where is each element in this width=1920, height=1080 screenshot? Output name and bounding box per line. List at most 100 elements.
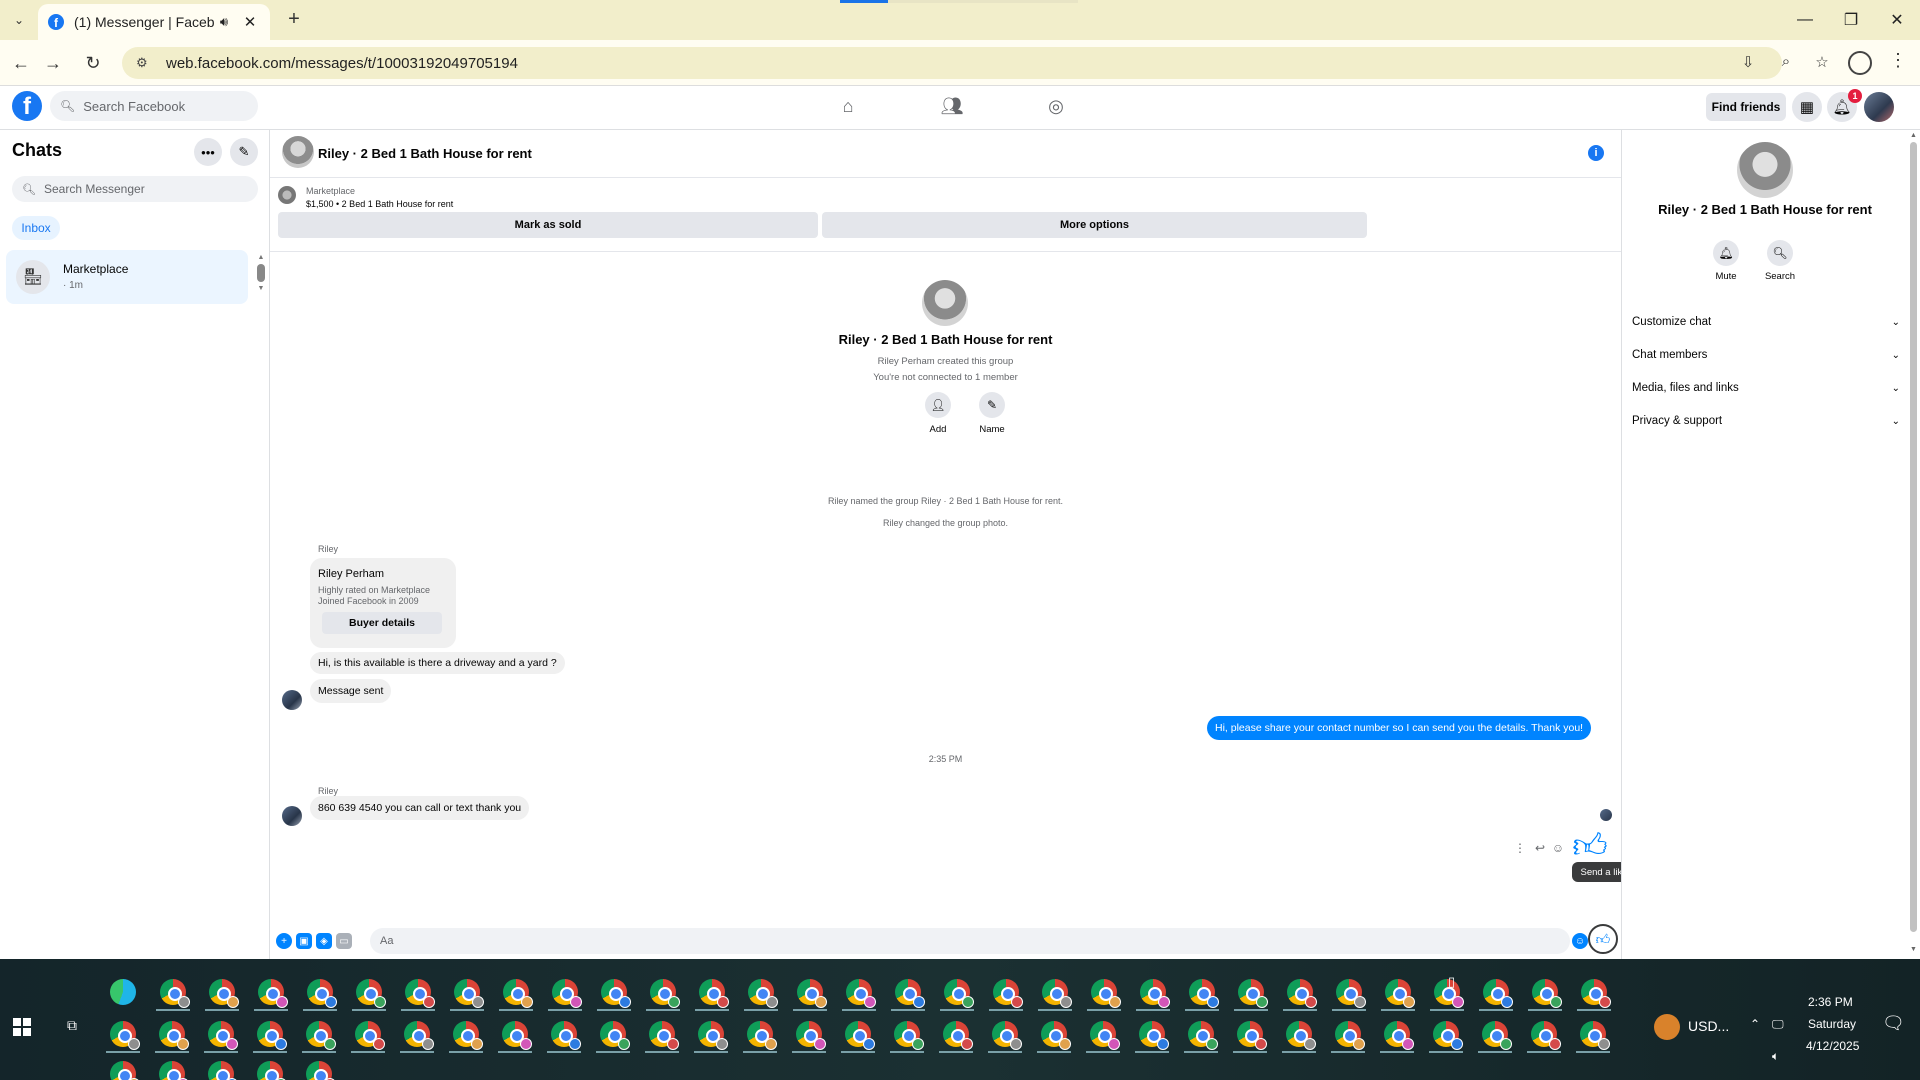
- facebook-logo-icon[interactable]: f: [12, 91, 42, 121]
- chrome-taskbar-icon[interactable]: [160, 979, 190, 1008]
- chrome-taskbar-icon[interactable]: [355, 1021, 385, 1050]
- sent-like-thumbs-up-icon[interactable]: 👍︎: [1570, 826, 1610, 866]
- chrome-taskbar-icon[interactable]: [601, 979, 631, 1008]
- account-avatar[interactable]: [1864, 92, 1894, 122]
- chrome-taskbar-icon[interactable]: [699, 979, 729, 1008]
- new-tab-button[interactable]: +: [282, 8, 306, 32]
- install-app-icon[interactable]: ⇩: [1738, 53, 1758, 73]
- mute-button[interactable]: 🔔︎ Mute: [1706, 240, 1746, 282]
- gif-icon[interactable]: ▭: [336, 933, 352, 949]
- chrome-taskbar-icon[interactable]: [1139, 1021, 1169, 1050]
- chrome-taskbar-icon[interactable]: [600, 1021, 630, 1050]
- scroll-thumb[interactable]: [257, 264, 265, 282]
- chrome-taskbar-icon[interactable]: [453, 1021, 483, 1050]
- sender-avatar[interactable]: [282, 806, 302, 826]
- chrome-taskbar-icon[interactable]: [895, 979, 925, 1008]
- volume-icon[interactable]: 🔈︎: [1772, 1049, 1779, 1064]
- chat-list-scrollbar[interactable]: ▲ ▼: [256, 254, 266, 302]
- mark-as-sold-button[interactable]: Mark as sold: [278, 212, 818, 238]
- chrome-taskbar-icon[interactable]: [306, 1061, 336, 1080]
- close-window-icon[interactable]: ✕: [1874, 0, 1920, 40]
- scroll-up-icon[interactable]: ▲: [256, 254, 266, 261]
- chrome-taskbar-icon[interactable]: [1237, 1021, 1267, 1050]
- notification-center-icon[interactable]: 🗨︎: [1882, 1013, 1905, 1034]
- sticker-icon[interactable]: ◈: [316, 933, 332, 949]
- chrome-taskbar-icon[interactable]: [307, 979, 337, 1008]
- close-tab-icon[interactable]: ✕: [240, 13, 260, 31]
- message-input[interactable]: Aa: [370, 928, 1570, 954]
- back-icon[interactable]: ←: [8, 50, 34, 76]
- chrome-taskbar-icon[interactable]: [1581, 979, 1611, 1008]
- chrome-taskbar-icon[interactable]: [1384, 1021, 1414, 1050]
- scroll-down-icon[interactable]: ▼: [1909, 946, 1918, 953]
- chrome-taskbar-icon[interactable]: [110, 1061, 140, 1080]
- chrome-taskbar-icon[interactable]: [502, 1021, 532, 1050]
- currency-widget[interactable]: USD...: [1688, 1018, 1729, 1034]
- chrome-taskbar-icon[interactable]: [552, 979, 582, 1008]
- chrome-taskbar-icon[interactable]: [1434, 979, 1464, 1008]
- chrome-taskbar-icon[interactable]: [845, 1021, 875, 1050]
- chrome-taskbar-icon[interactable]: [258, 979, 288, 1008]
- forward-icon[interactable]: →: [40, 50, 66, 76]
- chrome-taskbar-icon[interactable]: [1091, 979, 1121, 1008]
- new-message-icon[interactable]: ✎: [230, 138, 258, 166]
- listing-title[interactable]: $1,500 • 2 Bed 1 Bath House for rent: [306, 199, 453, 209]
- chrome-taskbar-icon[interactable]: [698, 1021, 728, 1050]
- task-view-icon[interactable]: ⧉: [62, 1017, 82, 1037]
- zoom-icon[interactable]: ⌕: [1776, 53, 1796, 73]
- restore-icon[interactable]: ❐: [1828, 0, 1874, 40]
- details-avatar[interactable]: [1737, 142, 1793, 198]
- chrome-taskbar-icon[interactable]: [944, 979, 974, 1008]
- chrome-taskbar-icon[interactable]: [159, 1021, 189, 1050]
- sender-avatar[interactable]: [282, 690, 302, 710]
- chrome-taskbar-icon[interactable]: [551, 1021, 581, 1050]
- menu-grid-icon[interactable]: ▦: [1792, 92, 1822, 122]
- chrome-taskbar-icon[interactable]: [846, 979, 876, 1008]
- emoji-picker-icon[interactable]: ☺: [1572, 933, 1588, 949]
- chrome-taskbar-icon[interactable]: [159, 1061, 189, 1080]
- more-options-icon[interactable]: •••: [194, 138, 222, 166]
- chat-list-item[interactable]: 🏪︎ Marketplace · 1m: [6, 250, 248, 304]
- chat-members-section[interactable]: Chat members ⌄: [1632, 343, 1900, 367]
- react-emoji-icon[interactable]: ☺: [1550, 840, 1566, 856]
- incoming-message[interactable]: Hi, is this available is there a drivewa…: [310, 652, 565, 674]
- chrome-taskbar-icon[interactable]: [503, 979, 533, 1008]
- privacy-support-section[interactable]: Privacy & support ⌄: [1632, 409, 1900, 433]
- url-text[interactable]: web.facebook.com/messages/t/100031920497…: [166, 55, 518, 72]
- page-scroll-thumb[interactable]: [1910, 142, 1917, 932]
- chrome-taskbar-icon[interactable]: [1140, 979, 1170, 1008]
- messenger-search-input[interactable]: 🔍︎ Search Messenger: [12, 176, 258, 202]
- chrome-taskbar-icon[interactable]: [1042, 979, 1072, 1008]
- chrome-taskbar-icon[interactable]: [1433, 1021, 1463, 1050]
- attach-photo-icon[interactable]: ▣: [296, 933, 312, 949]
- scroll-up-icon[interactable]: ▲: [1909, 132, 1918, 139]
- chrome-taskbar-icon[interactable]: [1335, 1021, 1365, 1050]
- browser-profile-icon[interactable]: [1848, 51, 1872, 75]
- show-hidden-icons-icon[interactable]: ⌃: [1750, 1017, 1760, 1031]
- chrome-taskbar-icon[interactable]: [208, 1061, 238, 1080]
- clock-date[interactable]: 4/12/2025: [1806, 1039, 1859, 1053]
- chrome-taskbar-icon[interactable]: [797, 979, 827, 1008]
- chrome-taskbar-icon[interactable]: [1580, 1021, 1610, 1050]
- chrome-taskbar-icon[interactable]: [650, 979, 680, 1008]
- add-member-button[interactable]: 👤︎ Add: [918, 392, 958, 435]
- chrome-taskbar-icon[interactable]: [405, 979, 435, 1008]
- chrome-taskbar-icon[interactable]: [1385, 979, 1415, 1008]
- page-scrollbar[interactable]: ▲ ▼: [1907, 130, 1920, 959]
- conversation-info-icon[interactable]: i: [1588, 145, 1604, 161]
- listing-thumbnail[interactable]: [278, 186, 296, 204]
- send-like-button[interactable]: 👍︎: [1588, 924, 1618, 954]
- media-files-links-section[interactable]: Media, files and links ⌄: [1632, 376, 1900, 400]
- chrome-taskbar-icon[interactable]: [1286, 1021, 1316, 1050]
- chrome-taskbar-icon[interactable]: [1287, 979, 1317, 1008]
- reply-icon[interactable]: ↩: [1532, 840, 1548, 856]
- chrome-taskbar-icon[interactable]: [894, 1021, 924, 1050]
- weather-widget-icon[interactable]: [1654, 1014, 1680, 1040]
- chrome-taskbar-icon[interactable]: [1188, 1021, 1218, 1050]
- chrome-taskbar-icon[interactable]: [110, 1021, 140, 1050]
- bookmark-star-icon[interactable]: ☆: [1812, 53, 1832, 73]
- reload-icon[interactable]: ↻: [80, 50, 106, 76]
- incoming-message[interactable]: 860 639 4540 you can call or text thank …: [310, 796, 530, 820]
- chrome-taskbar-icon[interactable]: [1238, 979, 1268, 1008]
- facebook-search-input[interactable]: 🔍︎ Search Facebook: [50, 91, 258, 121]
